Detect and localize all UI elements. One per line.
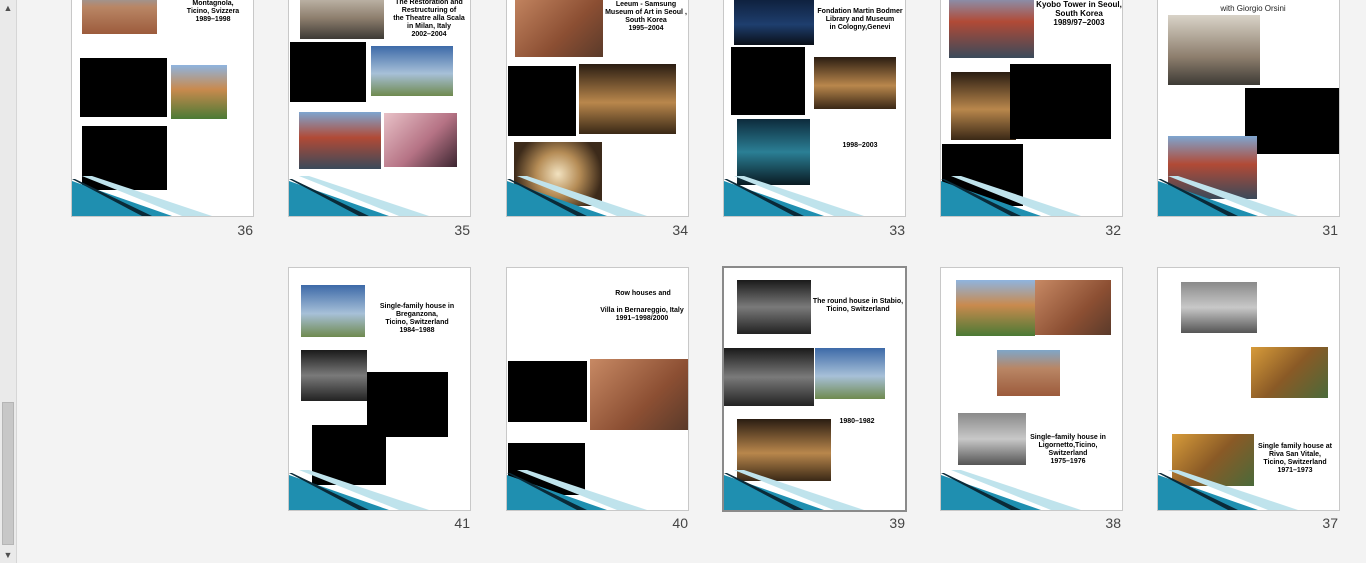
slide-caption: Kyobo Tower in Seoul, South Korea 1989/9… [1036, 0, 1122, 27]
slide-thumbnail-36[interactable]: Casa unifamiliare a Montagnola, Ticino, … [71, 0, 254, 217]
slide-number: 33 [889, 222, 905, 238]
slide-caption: Row houses and [615, 290, 671, 297]
slide-photo [734, 0, 814, 45]
slide-number: 31 [1322, 222, 1338, 238]
slide-photo [515, 0, 603, 57]
slide-photo [371, 46, 453, 96]
slide-caption: Villa in Bernareggio, Italy 1991–1998/20… [600, 307, 684, 322]
slide-thumbnail-31[interactable]: with Giorgio Orsini [1157, 0, 1340, 217]
slide-sketch [290, 42, 366, 102]
slide-swoosh-decoration [72, 176, 212, 216]
scroll-down-icon[interactable]: ▼ [0, 547, 16, 563]
slide-photo [384, 113, 457, 167]
slide-sketch [1245, 88, 1339, 154]
slide-number: 40 [672, 515, 688, 531]
slide-photo [1035, 280, 1111, 335]
slide-number: 36 [237, 222, 253, 238]
slide-swoosh-decoration [941, 176, 1081, 216]
slide-swoosh-decoration [941, 470, 1081, 510]
slide-thumbnail-41[interactable]: Single-family house in Breganzona, Ticin… [288, 267, 471, 511]
slide-photo [814, 57, 896, 109]
slide-photo [301, 285, 365, 337]
slide-caption: Fondation Martin Bodmer Library and Muse… [817, 8, 903, 31]
slide-caption: with Giorgio Orsini [1220, 4, 1286, 13]
slide-caption: Casa unifamiliare a Montagnola, Ticino, … [186, 0, 240, 23]
slide-number: 32 [1105, 222, 1121, 238]
slide-photo [1251, 347, 1328, 398]
slide-caption: Leeum - Samsung Museum of Art in Seoul ,… [605, 1, 687, 32]
slide-caption: 1998–2003 [842, 142, 878, 149]
slide-swoosh-decoration [724, 176, 864, 216]
slide-photo [951, 72, 1016, 140]
slide-swoosh-decoration [507, 470, 647, 510]
slide-photo [815, 348, 885, 399]
slide-photo [956, 280, 1035, 336]
slide-sketch [731, 47, 805, 115]
slide-photo [1168, 15, 1260, 85]
slide-thumbnail-32[interactable]: Kyobo Tower in Seoul, South Korea 1989/9… [940, 0, 1123, 217]
slide-photo [301, 350, 367, 401]
slide-caption: 1980–1982 [839, 418, 875, 425]
slide-photo [949, 0, 1034, 58]
slide-swoosh-decoration [724, 470, 864, 510]
slide-photo [579, 64, 676, 134]
slide-number: 38 [1105, 515, 1121, 531]
slide-swoosh-decoration [507, 176, 647, 216]
slide-caption: Single–family house in Ligornetto,Ticino… [1030, 434, 1106, 465]
slide-photo [1181, 282, 1257, 333]
slide-photo [724, 348, 814, 406]
slide-number: 35 [454, 222, 470, 238]
slide-swoosh-decoration [289, 176, 429, 216]
slide-photo [958, 413, 1026, 465]
scroll-up-icon[interactable]: ▲ [0, 0, 16, 16]
slide-thumbnail-39[interactable]: The round house in Stabio, Ticino, Switz… [722, 266, 907, 512]
slide-photo [299, 112, 381, 169]
slide-photo [997, 350, 1060, 396]
slide-caption: The Restoration and Restructuring of the… [393, 0, 465, 38]
slide-swoosh-decoration [1158, 176, 1298, 216]
slide-number: 34 [672, 222, 688, 238]
slide-photo [171, 65, 227, 119]
slide-photo [737, 280, 811, 334]
vertical-scrollbar[interactable]: ▲ ▼ [0, 0, 17, 563]
slide-photo [300, 0, 384, 39]
slide-sketch [80, 58, 167, 117]
slide-number: 37 [1322, 515, 1338, 531]
slide-thumbnail-37[interactable]: Single family house at Riva San Vitale, … [1157, 267, 1340, 511]
slide-photo [82, 0, 157, 34]
slide-sketch [508, 66, 576, 136]
slide-number: 39 [889, 515, 905, 531]
slide-photo [590, 359, 688, 430]
slide-caption: The round house in Stabio, Ticino, Switz… [812, 298, 904, 313]
slide-thumbnail-38[interactable]: Single–family house in Ligornetto,Ticino… [940, 267, 1123, 511]
scroll-thumb[interactable] [2, 402, 14, 545]
slide-thumbnail-34[interactable]: Leeum - Samsung Museum of Art in Seoul ,… [506, 0, 689, 217]
slide-thumbnail-40[interactable]: Row houses and Villa in Bernareggio, Ita… [506, 267, 689, 511]
slide-thumbnail-35[interactable]: The Restoration and Restructuring of the… [288, 0, 471, 217]
slide-number: 41 [454, 515, 470, 531]
slide-sketch [508, 361, 587, 422]
slide-sketch [1010, 64, 1111, 139]
slide-thumbnail-33[interactable]: Fondation Martin Bodmer Library and Muse… [723, 0, 906, 217]
slide-swoosh-decoration [1158, 470, 1298, 510]
slide-swoosh-decoration [289, 470, 429, 510]
slide-caption: Single-family house in Breganzona, Ticin… [379, 303, 455, 334]
